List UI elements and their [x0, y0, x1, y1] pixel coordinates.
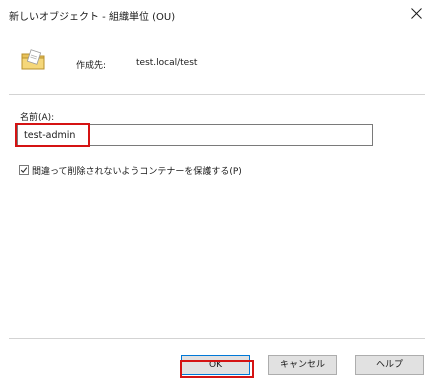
annotation-highlight-ok [180, 360, 254, 378]
checkbox-checked-icon[interactable] [19, 165, 29, 175]
title-bar: 新しいオブジェクト - 組織単位 (OU) [0, 0, 435, 30]
protect-checkbox-label: 間違って削除されないようコンテナーを保護する(P) [32, 167, 242, 177]
divider [9, 94, 425, 95]
divider [9, 338, 425, 339]
folder-icon [20, 48, 46, 72]
annotation-highlight-name [15, 123, 90, 147]
help-button[interactable]: ヘルプ [355, 355, 424, 375]
protect-from-deletion-checkbox[interactable]: 間違って削除されないようコンテナーを保護する(P) [19, 164, 242, 177]
close-icon [411, 8, 422, 19]
close-button[interactable] [399, 0, 435, 30]
cancel-button[interactable]: キャンセル [268, 355, 337, 375]
window-title: 新しいオブジェクト - 組織単位 (OU) [9, 12, 176, 23]
create-in-path: test.local/test [136, 58, 198, 68]
name-label: 名前(A): [20, 113, 55, 123]
create-in-label: 作成先: [76, 61, 107, 71]
new-ou-dialog: 新しいオブジェクト - 組織単位 (OU) 作成先: test.local/te… [0, 0, 435, 386]
